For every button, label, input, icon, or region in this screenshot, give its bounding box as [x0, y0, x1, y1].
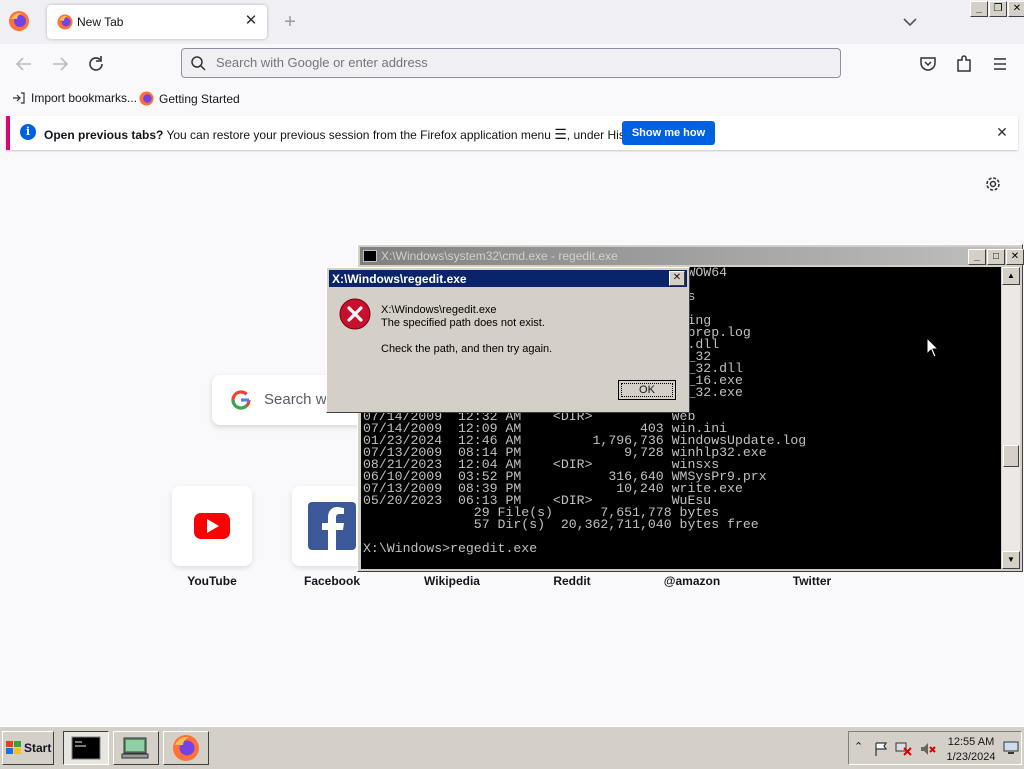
tab-close-icon[interactable]: ✕	[243, 13, 259, 29]
tile-label: Wikipedia	[424, 574, 480, 588]
search-placeholder: Search w	[264, 391, 327, 408]
shortcut-tile-youtube[interactable]: YouTube	[172, 486, 252, 588]
focus-ring	[621, 383, 673, 397]
firefox-logo-icon	[173, 735, 199, 761]
error-dialog[interactable]: X:\Windows\regedit.exe ✕ X:\Windows\rege…	[326, 267, 690, 413]
google-logo-icon	[231, 390, 251, 410]
tab-title: New Tab	[77, 15, 124, 29]
tile-label: @amazon	[663, 574, 721, 588]
dialog-title-bar[interactable]: X:\Windows\regedit.exe ✕	[329, 270, 687, 287]
console-icon	[71, 736, 101, 760]
taskbar-network[interactable]	[113, 731, 159, 765]
firefox-favicon-icon	[57, 14, 73, 30]
notification-message: Open previous tabs? You can restore your…	[44, 126, 647, 143]
cmd-window-controls: _ □ ✕	[968, 249, 1024, 265]
scroll-up-icon[interactable]: ▲	[1002, 267, 1020, 285]
notification-title: Open previous tabs?	[44, 128, 164, 142]
restore-icon[interactable]: ❐	[989, 1, 1007, 17]
dialog-error-text: The specified path does not exist.	[381, 317, 545, 329]
system-tray: ⌃ 12:55 AM 1/23/2024	[848, 731, 1022, 765]
notification-body: You can restore your previous session fr…	[163, 128, 555, 142]
taskbar-firefox[interactable]	[163, 731, 209, 765]
network-disconnected-icon[interactable]	[895, 741, 913, 757]
tile-label: Facebook	[303, 574, 360, 588]
network-computer-icon	[121, 737, 149, 759]
reload-icon[interactable]	[84, 52, 108, 76]
tile-label: YouTube	[187, 574, 237, 588]
bookmark-import[interactable]: Import bookmarks...	[12, 91, 137, 105]
url-input[interactable]	[216, 55, 816, 70]
error-icon	[339, 298, 371, 330]
tile-label: Reddit	[553, 574, 591, 588]
minimize-icon[interactable]: _	[970, 1, 988, 17]
taskbar-cmd[interactable]	[63, 731, 109, 765]
hamburger-menu-icon[interactable]	[988, 52, 1012, 76]
close-icon[interactable]: ✕	[994, 124, 1010, 140]
console-icon	[363, 250, 377, 262]
tab-new-tab[interactable]: New Tab ✕	[47, 5, 267, 39]
tile-label: Twitter	[792, 574, 832, 588]
cmd-title-text: X:\Windows\system32\cmd.exe - regedit.ex…	[381, 249, 618, 263]
start-button[interactable]: Start	[2, 731, 54, 765]
dialog-path: X:\Windows\regedit.exe	[381, 304, 497, 316]
flag-icon[interactable]	[873, 741, 889, 757]
chevron-down-icon[interactable]	[900, 12, 920, 32]
new-tab-plus-icon[interactable]: +	[280, 10, 300, 34]
chevron-up-icon[interactable]: ⌃	[854, 740, 863, 753]
info-icon: i	[20, 124, 36, 140]
firefox-logo-icon[interactable]	[8, 10, 30, 32]
close-icon[interactable]: ✕	[669, 271, 685, 286]
youtube-icon	[194, 513, 230, 539]
hamburger-menu-icon: ☰	[554, 126, 567, 142]
show-me-how-button[interactable]: Show me how	[622, 121, 715, 145]
close-icon[interactable]: ✕	[1006, 249, 1024, 265]
tile-icon-box	[172, 486, 252, 566]
bookmark-label: Getting Started	[159, 91, 240, 106]
monitor-icon[interactable]	[1003, 741, 1019, 755]
clock-date[interactable]: 1/23/2024	[941, 751, 1001, 763]
mouse-cursor-icon	[926, 337, 940, 358]
import-icon	[13, 92, 25, 104]
window-controls: _ ❐ ✕	[970, 1, 1024, 17]
ok-button[interactable]: OK	[618, 380, 676, 400]
taskbar: Start ⌃ 12:55 AM 1/23/2024	[0, 726, 1024, 769]
bookmark-label: Import bookmarks...	[31, 91, 138, 105]
maximize-icon[interactable]: □	[987, 249, 1005, 265]
cmd-title-bar[interactable]: X:\Windows\system32\cmd.exe - regedit.ex…	[360, 247, 1024, 265]
scroll-down-icon[interactable]: ▼	[1002, 551, 1020, 569]
scroll-thumb[interactable]	[1003, 445, 1019, 467]
clock-time[interactable]: 12:55 AM	[941, 736, 1001, 748]
dialog-hint-text: Check the path, and then try again.	[381, 343, 553, 355]
extensions-puzzle-icon[interactable]	[952, 52, 976, 76]
windows-logo-icon	[6, 741, 21, 754]
tab-strip: New Tab ✕ + _ ❐ ✕	[0, 0, 1024, 44]
vertical-scrollbar[interactable]: ▲ ▼	[1002, 267, 1020, 569]
gear-icon[interactable]	[983, 174, 1003, 194]
address-bar[interactable]	[181, 48, 841, 78]
dialog-title: X:\Windows\regedit.exe	[332, 272, 467, 286]
start-label: Start	[24, 741, 52, 755]
bookmark-getting-started[interactable]: Getting Started	[139, 91, 240, 106]
pocket-icon[interactable]	[916, 52, 940, 76]
restore-session-notification: i Open previous tabs? You can restore yo…	[6, 116, 1018, 150]
search-icon	[191, 56, 206, 71]
close-icon[interactable]: ✕	[1008, 1, 1024, 17]
bookmarks-toolbar: Import bookmarks... Getting Started	[0, 86, 1024, 112]
firefox-favicon-icon	[139, 91, 154, 106]
forward-arrow-icon[interactable]	[48, 52, 72, 76]
minimize-icon[interactable]: _	[968, 249, 986, 265]
back-arrow-icon[interactable]	[12, 52, 36, 76]
volume-muted-icon[interactable]	[919, 741, 937, 757]
